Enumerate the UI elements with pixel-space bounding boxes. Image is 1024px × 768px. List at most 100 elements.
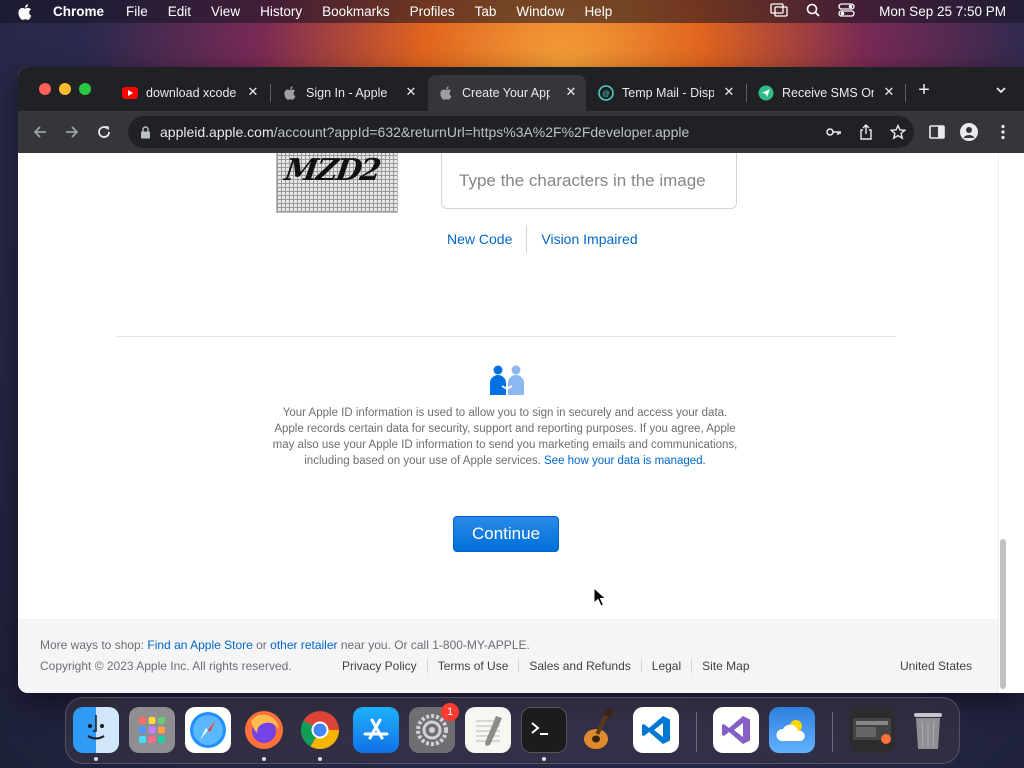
menu-edit[interactable]: Edit	[168, 4, 191, 19]
vscode-icon[interactable]	[633, 707, 679, 753]
side-panel-icon[interactable]	[928, 123, 946, 141]
terms-of-use-link[interactable]: Terms of Use	[438, 659, 509, 673]
running-indicator	[94, 757, 98, 761]
privacy-statement: Your Apple ID information is used to all…	[270, 405, 740, 469]
svg-text:@: @	[602, 91, 609, 98]
screen-mirroring-icon[interactable]	[770, 3, 788, 20]
other-retailer-link[interactable]: other retailer	[270, 638, 337, 652]
tab-separator	[746, 84, 747, 102]
url-path: /account?appId=632&returnUrl=https%3A%2F…	[273, 124, 690, 140]
menu-bar-clock[interactable]: Mon Sep 25 7:50 PM	[879, 4, 1006, 19]
page-footer: More ways to shop: Find an Apple Store o…	[18, 619, 998, 693]
link-divider	[526, 225, 528, 253]
running-indicator	[318, 757, 322, 761]
find-apple-store-link[interactable]: Find an Apple Store	[147, 638, 252, 652]
tab-create-apple-id[interactable]: Create Your Apple ID ✕	[428, 75, 586, 111]
site-map-link[interactable]: Site Map	[702, 659, 749, 673]
menu-window[interactable]: Window	[516, 4, 564, 19]
section-divider	[116, 336, 896, 337]
weather-icon[interactable]	[769, 707, 815, 753]
lock-icon[interactable]	[140, 125, 152, 139]
terminal-icon[interactable]	[521, 707, 567, 753]
launchpad-icon[interactable]	[129, 707, 175, 753]
profile-avatar-icon[interactable]	[960, 123, 978, 141]
privacy-policy-link[interactable]: Privacy Policy	[342, 659, 417, 673]
menu-view[interactable]: View	[211, 4, 240, 19]
chrome-icon[interactable]	[297, 707, 343, 753]
system-settings-icon[interactable]: 1	[409, 703, 459, 753]
reload-icon[interactable]	[95, 123, 113, 141]
page-viewport: MZD2 New Code Vision Impaired Your Apple…	[18, 153, 1024, 693]
tab-title: Sign In - Apple	[306, 86, 388, 100]
menu-profiles[interactable]: Profiles	[410, 4, 455, 19]
close-tab-icon[interactable]: ✕	[882, 84, 896, 99]
country-selector[interactable]: United States	[900, 659, 972, 673]
sms-icon	[758, 85, 774, 101]
youtube-icon	[122, 85, 138, 101]
fullscreen-window-button[interactable]	[79, 83, 91, 95]
chrome-menu-icon[interactable]	[994, 123, 1012, 141]
menu-app-name[interactable]: Chrome	[53, 4, 104, 19]
sales-refunds-link[interactable]: Sales and Refunds	[529, 659, 630, 673]
close-tab-icon[interactable]: ✕	[404, 84, 418, 99]
running-indicator	[262, 757, 266, 761]
menu-bookmarks[interactable]: Bookmarks	[322, 4, 390, 19]
handshake-privacy-icon	[488, 365, 526, 397]
tab-strip: download xcode ✕ Sign In - Apple ✕ Creat…	[18, 67, 1024, 111]
footer-divider	[691, 659, 693, 673]
password-key-icon[interactable]	[826, 124, 842, 140]
control-center-icon[interactable]	[838, 3, 855, 20]
shop-suffix: near you. Or call 1-800-MY-APPLE.	[337, 638, 530, 652]
apple-menu-icon[interactable]	[18, 3, 36, 20]
address-bar[interactable]: appleid.apple.com/account?appId=632&retu…	[128, 116, 914, 148]
visual-studio-icon[interactable]	[713, 707, 759, 753]
scrollbar-thumb[interactable]	[1000, 539, 1006, 689]
tempmail-icon: @	[598, 85, 614, 101]
tab-receive-sms[interactable]: Receive SMS Online ✕	[748, 75, 904, 111]
legal-link[interactable]: Legal	[652, 659, 681, 673]
share-icon[interactable]	[858, 124, 874, 140]
garageband-icon[interactable]	[577, 707, 623, 753]
firefox-icon[interactable]	[241, 707, 287, 753]
shop-info: More ways to shop: Find an Apple Store o…	[40, 638, 530, 652]
chevron-down-icon[interactable]	[994, 83, 1008, 97]
captcha-input[interactable]	[441, 153, 737, 209]
captcha-options: New Code Vision Impaired	[447, 225, 638, 253]
address-url[interactable]: appleid.apple.com/account?appId=632&retu…	[160, 124, 690, 140]
vision-impaired-link[interactable]: Vision Impaired	[541, 231, 637, 247]
tab-title: download xcode	[146, 86, 237, 100]
back-arrow-icon[interactable]	[31, 123, 49, 141]
running-indicator	[542, 757, 546, 761]
new-code-link[interactable]: New Code	[447, 231, 512, 247]
close-window-button[interactable]	[39, 83, 51, 95]
app-store-icon[interactable]	[353, 707, 399, 753]
forward-arrow-icon[interactable]	[63, 123, 81, 141]
shop-or: or	[252, 638, 271, 652]
trash-icon[interactable]	[905, 707, 951, 753]
menu-tab[interactable]: Tab	[475, 4, 497, 19]
textedit-icon[interactable]	[465, 707, 511, 753]
spotlight-search-icon[interactable]	[806, 3, 820, 20]
menu-file[interactable]: File	[126, 4, 148, 19]
dock: 1	[65, 697, 960, 764]
close-tab-icon[interactable]: ✕	[722, 84, 736, 99]
bookmark-star-icon[interactable]	[890, 124, 906, 140]
photo-booth-icon[interactable]	[849, 707, 895, 753]
captcha-image: MZD2	[276, 153, 398, 213]
new-tab-plus-icon[interactable]: +	[914, 80, 934, 101]
tab-temp-mail[interactable]: @ Temp Mail - Disposable ✕	[588, 75, 744, 111]
tab-title: Create Your Apple ID	[462, 86, 550, 100]
menu-history[interactable]: History	[260, 4, 302, 19]
tab-download-xcode[interactable]: download xcode ✕	[112, 75, 268, 111]
finder-icon[interactable]	[73, 707, 119, 753]
footer-links: Privacy Policy Terms of Use Sales and Re…	[342, 659, 750, 673]
close-tab-icon[interactable]: ✕	[246, 84, 260, 99]
safari-icon[interactable]	[185, 707, 231, 753]
menu-help[interactable]: Help	[584, 4, 612, 19]
tab-sign-in-apple[interactable]: Sign In - Apple ✕	[272, 75, 426, 111]
continue-button[interactable]: Continue	[453, 516, 559, 552]
close-tab-icon[interactable]: ✕	[564, 84, 578, 99]
data-management-link[interactable]: See how your data is managed.	[544, 455, 706, 467]
footer-divider	[426, 659, 428, 673]
minimize-window-button[interactable]	[59, 83, 71, 95]
